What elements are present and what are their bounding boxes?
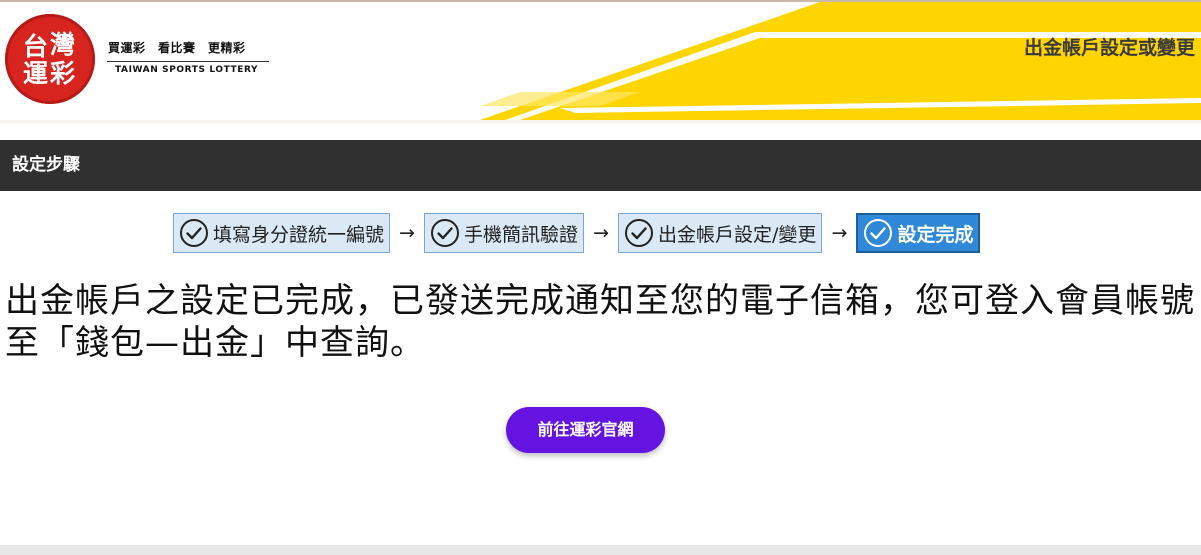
check-circle-icon [625,219,654,247]
step-arrow: → [831,222,848,244]
completion-message: 出金帳戶之設定已完成，已發送完成通知至您的電子信箱，您可登入會員帳號至「錢包—出… [5,281,1195,363]
logo-english-name: TAIWAN SPORTS LOTTERY [115,65,259,75]
logo-divider [107,61,269,62]
check-circle-icon [180,219,208,247]
go-to-official-site-button[interactable]: 前往運彩官網 [506,407,665,453]
step-account-setup: 出金帳戶設定/變更 [618,213,823,253]
step-id-number: 填寫身分證統一編號 [173,213,391,253]
step-progress: 填寫身分證統一編號 → 手機簡訊驗證 → 出金帳戶設定/變更 → 設定完成 [173,212,981,254]
step-complete: 設定完成 [856,213,981,253]
step-label: 填寫身分證統一編號 [213,223,385,246]
check-circle-icon [431,219,460,247]
logo-slogan: 買運彩 看比賽 更精彩 [108,41,246,55]
logo-emblem[interactable]: 台 灣 運 彩 [5,14,95,104]
step-label: 出金帳戶設定/變更 [658,223,817,246]
logo-char: 彩 [50,59,76,88]
site-header: 台 灣 運 彩 買運彩 看比賽 更精彩 TAIWAN SPORTS LOTTER… [0,2,1201,120]
steps-section-header: 設定步驟 [0,140,1201,191]
step-arrow: → [399,222,415,244]
header-divider [0,120,1201,123]
logo-char: 灣 [50,30,76,59]
step-arrow: → [593,222,609,244]
steps-section-label: 設定步驟 [12,155,80,175]
step-label: 設定完成 [897,223,974,246]
logo-char: 台 [23,32,49,61]
step-sms-verification: 手機簡訊驗證 [424,213,585,253]
footer-bar [0,545,1201,555]
check-circle-icon [864,219,893,247]
page-title: 出金帳戶設定或變更 [1023,37,1195,59]
logo-char: 運 [23,59,49,88]
step-label: 手機簡訊驗證 [464,223,579,246]
